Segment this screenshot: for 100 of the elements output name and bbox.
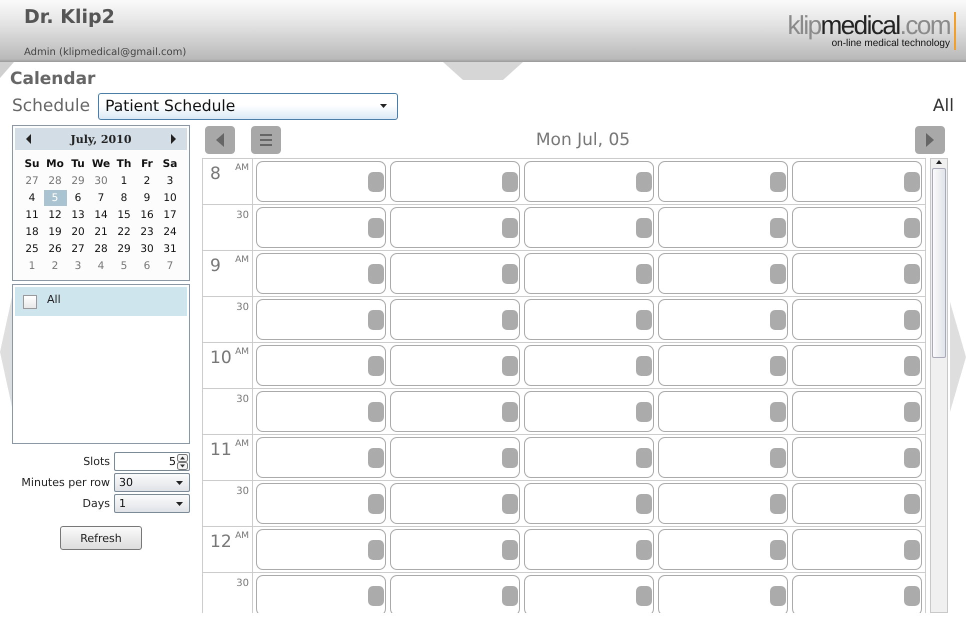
slot-handle[interactable]	[368, 402, 384, 422]
appointment-slot[interactable]	[256, 345, 386, 386]
slot-handle[interactable]	[502, 586, 518, 606]
calendar-day[interactable]: 24	[158, 224, 182, 240]
calendar-day[interactable]: 6	[66, 190, 90, 206]
appointment-slot[interactable]	[390, 391, 520, 432]
calendar-day[interactable]: 20	[66, 224, 90, 240]
calendar-day[interactable]: 4	[90, 258, 112, 274]
slot-handle[interactable]	[770, 218, 786, 238]
slot-handle[interactable]	[636, 264, 652, 284]
slot-handle[interactable]	[636, 586, 652, 606]
slot-handle[interactable]	[904, 586, 920, 606]
appointment-slot[interactable]	[256, 575, 386, 613]
appointment-slot[interactable]	[390, 253, 520, 294]
appointment-slot[interactable]	[524, 575, 654, 613]
slot-handle[interactable]	[770, 586, 786, 606]
previous-month-icon[interactable]	[25, 133, 33, 145]
slot-handle[interactable]	[770, 310, 786, 330]
appointment-slot[interactable]	[390, 575, 520, 613]
days-dropdown[interactable]: 1	[114, 494, 190, 513]
slot-handle[interactable]	[636, 310, 652, 330]
calendar-day[interactable]: 2	[44, 258, 66, 274]
calendar-day[interactable]: 9	[136, 190, 158, 206]
appointment-slot[interactable]	[658, 345, 788, 386]
appointment-slot[interactable]	[256, 161, 386, 202]
appointment-slot[interactable]	[792, 253, 922, 294]
calendar-day[interactable]: 29	[112, 241, 136, 257]
resource-item[interactable]: All	[15, 287, 187, 316]
spinner-icon[interactable]	[177, 454, 188, 470]
appointment-slot[interactable]	[792, 299, 922, 340]
calendar-day[interactable]: 8	[112, 190, 136, 206]
appointment-slot[interactable]	[256, 483, 386, 524]
slot-handle[interactable]	[502, 448, 518, 468]
slot-handle[interactable]	[770, 172, 786, 192]
slot-handle[interactable]	[904, 310, 920, 330]
slot-handle[interactable]	[368, 494, 384, 514]
checkbox[interactable]	[23, 295, 37, 309]
slot-handle[interactable]	[770, 402, 786, 422]
calendar-day[interactable]: 1	[112, 173, 136, 189]
scrollbar-thumb[interactable]	[932, 168, 946, 358]
appointment-slot[interactable]	[658, 253, 788, 294]
calendar-day[interactable]: 18	[20, 224, 44, 240]
appointment-slot[interactable]	[390, 437, 520, 478]
slot-handle[interactable]	[502, 402, 518, 422]
appointment-slot[interactable]	[256, 299, 386, 340]
slot-handle[interactable]	[636, 448, 652, 468]
appointment-slot[interactable]	[524, 207, 654, 248]
slot-handle[interactable]	[770, 540, 786, 560]
slot-handle[interactable]	[904, 448, 920, 468]
appointment-slot[interactable]	[792, 161, 922, 202]
refresh-button[interactable]: Refresh	[60, 526, 142, 550]
calendar-day[interactable]: 2	[136, 173, 158, 189]
slot-handle[interactable]	[904, 540, 920, 560]
appointment-slot[interactable]	[256, 437, 386, 478]
appointment-slot[interactable]	[256, 529, 386, 570]
slot-handle[interactable]	[502, 172, 518, 192]
appointment-slot[interactable]	[524, 529, 654, 570]
appointment-slot[interactable]	[658, 437, 788, 478]
calendar-day[interactable]: 7	[90, 190, 112, 206]
collapse-right-tab[interactable]	[950, 302, 966, 412]
calendar-day[interactable]: 7	[158, 258, 182, 274]
calendar-day[interactable]: 21	[90, 224, 112, 240]
slot-handle[interactable]	[368, 172, 384, 192]
appointment-slot[interactable]	[658, 299, 788, 340]
next-month-icon[interactable]	[169, 133, 177, 145]
calendar-day[interactable]: 26	[44, 241, 66, 257]
calendar-day[interactable]: 28	[44, 173, 66, 189]
calendar-day[interactable]: 22	[112, 224, 136, 240]
appointment-slot[interactable]	[390, 529, 520, 570]
calendar-day[interactable]: 23	[136, 224, 158, 240]
slot-handle[interactable]	[502, 218, 518, 238]
slot-handle[interactable]	[770, 448, 786, 468]
appointment-slot[interactable]	[256, 391, 386, 432]
appointment-slot[interactable]	[524, 391, 654, 432]
slot-handle[interactable]	[904, 218, 920, 238]
appointment-slot[interactable]	[524, 483, 654, 524]
collapse-left-tab[interactable]	[0, 297, 12, 407]
appointment-slot[interactable]	[792, 207, 922, 248]
appointment-slot[interactable]	[792, 345, 922, 386]
appointment-slot[interactable]	[390, 345, 520, 386]
calendar-day[interactable]: 5	[112, 258, 136, 274]
calendar-day[interactable]: 30	[90, 173, 112, 189]
slot-handle[interactable]	[636, 218, 652, 238]
calendar-day[interactable]: 15	[112, 207, 136, 223]
slot-handle[interactable]	[904, 356, 920, 376]
appointment-slot[interactable]	[524, 253, 654, 294]
calendar-day[interactable]: 19	[44, 224, 66, 240]
slot-handle[interactable]	[368, 586, 384, 606]
slots-field[interactable]: 5	[114, 452, 190, 471]
slot-handle[interactable]	[502, 356, 518, 376]
scroll-up-icon[interactable]	[935, 159, 943, 165]
slot-handle[interactable]	[502, 540, 518, 560]
appointment-slot[interactable]	[524, 299, 654, 340]
slot-handle[interactable]	[636, 356, 652, 376]
slot-handle[interactable]	[904, 172, 920, 192]
calendar-day[interactable]: 11	[20, 207, 44, 223]
slot-handle[interactable]	[502, 264, 518, 284]
appointment-slot[interactable]	[792, 575, 922, 613]
calendar-day[interactable]: 4	[20, 190, 44, 206]
calendar-day[interactable]: 27	[66, 241, 90, 257]
